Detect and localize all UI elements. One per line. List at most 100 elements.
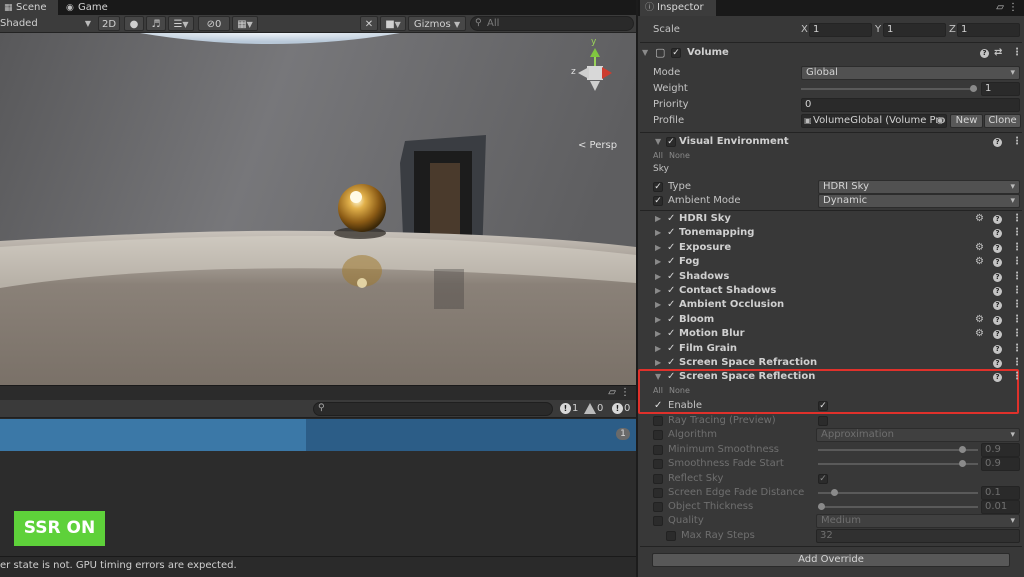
- scale-z-field[interactable]: 1: [957, 23, 1020, 37]
- select-none-link[interactable]: None: [669, 386, 690, 395]
- override-checkbox[interactable]: [653, 459, 663, 469]
- more-options-icon[interactable]: ⋮: [1012, 327, 1022, 341]
- weight-field[interactable]: 1: [981, 82, 1020, 96]
- checkmark-icon[interactable]: ✓: [667, 212, 675, 226]
- ray-tracing-checkbox[interactable]: [818, 416, 828, 426]
- help-icon[interactable]: ?: [993, 258, 1002, 267]
- more-options-icon[interactable]: ⋮: [1012, 284, 1022, 298]
- gear-icon[interactable]: ⚙: [975, 255, 984, 269]
- select-none-link[interactable]: None: [669, 151, 690, 160]
- help-icon[interactable]: ?: [993, 244, 1002, 253]
- override-checkbox[interactable]: [653, 488, 663, 498]
- console-search-input[interactable]: ⚲: [313, 402, 553, 416]
- hidden-objects-toggle[interactable]: ⊘0: [198, 16, 230, 31]
- checkmark-icon[interactable]: ✓: [667, 241, 675, 255]
- priority-field[interactable]: 0: [801, 98, 1020, 112]
- help-icon[interactable]: ?: [993, 138, 1002, 147]
- tab-scene[interactable]: ▦ Scene: [0, 0, 58, 15]
- component-header-fog[interactable]: ▶ ✓ Fog ⚙? ⋮: [638, 255, 1024, 269]
- gear-icon[interactable]: ⚙: [975, 212, 984, 226]
- info-filter-toggle[interactable]: ! 0: [612, 402, 630, 416]
- gear-icon[interactable]: ⚙: [975, 327, 984, 341]
- shading-mode-dropdown[interactable]: Shaded ▼: [0, 16, 94, 31]
- more-options-icon[interactable]: ⋮: [1012, 212, 1022, 226]
- lock-icon[interactable]: ▱: [608, 387, 616, 398]
- more-options-icon[interactable]: ⋮: [1012, 255, 1022, 269]
- more-options-icon[interactable]: ⋮: [1012, 270, 1022, 284]
- object-picker-icon[interactable]: ◉: [936, 115, 944, 127]
- component-header-ambient-occlusion[interactable]: ▶ ✓ Ambient Occlusion? ⋮: [638, 298, 1024, 312]
- ssr-component-header[interactable]: ▼ ✓ Screen Space Reflection ? ⋮: [638, 370, 1024, 384]
- component-header-contact-shadows[interactable]: ▶ ✓ Contact Shadows? ⋮: [638, 284, 1024, 298]
- reflect-sky-checkbox[interactable]: ✓: [818, 474, 828, 484]
- more-options-icon[interactable]: ⋮: [1012, 298, 1022, 312]
- help-icon[interactable]: ?: [993, 229, 1002, 238]
- audio-toggle-button[interactable]: ♬: [146, 16, 166, 31]
- visual-environment-checkbox[interactable]: ✓: [666, 137, 676, 147]
- more-options-icon[interactable]: ⋮: [1012, 342, 1022, 356]
- override-checkbox[interactable]: [653, 516, 663, 526]
- scale-y-field[interactable]: 1: [883, 23, 946, 37]
- profile-object-field[interactable]: ▣ VolumeGlobal (Volume Pro ◉: [801, 114, 947, 128]
- ssr-enable-checkbox[interactable]: ✓: [818, 401, 828, 411]
- ambient-mode-dropdown[interactable]: Dynamic: [818, 194, 1020, 208]
- checkmark-icon[interactable]: ✓: [667, 327, 675, 341]
- component-header-hdri-sky[interactable]: ▶ ✓ HDRI Sky ⚙? ⋮: [638, 212, 1024, 226]
- tab-game[interactable]: ◉ Game: [62, 0, 120, 15]
- smoothness-fade-field[interactable]: 0.9: [981, 457, 1020, 471]
- override-checkbox[interactable]: [653, 430, 663, 440]
- help-icon[interactable]: ?: [993, 316, 1002, 325]
- checkmark-icon[interactable]: ✓: [667, 313, 675, 327]
- new-profile-button[interactable]: New: [950, 114, 983, 128]
- more-options-icon[interactable]: ⋮: [1012, 241, 1022, 255]
- more-options-icon[interactable]: ⋮: [1012, 370, 1022, 384]
- volume-component-header[interactable]: ▼ ▢ ✓ Volume ? ⇄ ⋮: [638, 46, 1024, 60]
- lock-icon[interactable]: ▱: [996, 2, 1004, 13]
- quality-dropdown[interactable]: Medium: [816, 514, 1020, 528]
- tools-button[interactable]: ✕: [360, 16, 378, 31]
- lighting-toggle-button[interactable]: ●: [124, 16, 144, 31]
- console-log-entry[interactable]: 1: [0, 419, 636, 451]
- component-header-tonemapping[interactable]: ▶ ✓ Tonemapping? ⋮: [638, 226, 1024, 240]
- 2d-toggle-button[interactable]: 2D: [98, 16, 120, 31]
- error-filter-toggle[interactable]: ! 1: [560, 402, 578, 416]
- help-icon[interactable]: ?: [993, 301, 1002, 310]
- edge-fade-slider[interactable]: [818, 486, 978, 500]
- override-checkbox[interactable]: ✓: [653, 182, 663, 192]
- component-header-motion-blur[interactable]: ▶ ✓ Motion Blur ⚙? ⋮: [638, 327, 1024, 341]
- checkmark-icon[interactable]: ✓: [667, 342, 675, 356]
- projection-toggle[interactable]: < Persp: [578, 140, 617, 151]
- help-icon[interactable]: ?: [993, 345, 1002, 354]
- sky-type-dropdown[interactable]: HDRI Sky: [818, 180, 1020, 194]
- help-icon[interactable]: ?: [993, 373, 1002, 382]
- checkmark-icon[interactable]: ✓: [667, 226, 675, 240]
- grid-dropdown[interactable]: ▦▼: [232, 16, 258, 31]
- scene-search-input[interactable]: ⚲ All: [470, 16, 634, 31]
- component-header-bloom[interactable]: ▶ ✓ Bloom ⚙? ⋮: [638, 313, 1024, 327]
- more-options-icon[interactable]: ⋮: [1012, 313, 1022, 327]
- select-all-link[interactable]: All: [653, 151, 663, 160]
- more-options-icon[interactable]: ⋮: [620, 387, 630, 398]
- help-icon[interactable]: ?: [980, 49, 989, 58]
- object-thickness-field[interactable]: 0.01: [981, 500, 1020, 514]
- override-checkbox[interactable]: [653, 416, 663, 426]
- algorithm-dropdown[interactable]: Approximation: [816, 428, 1020, 442]
- volume-enabled-checkbox[interactable]: ✓: [671, 48, 681, 58]
- edge-fade-field[interactable]: 0.1: [981, 486, 1020, 500]
- warning-filter-toggle[interactable]: 0: [584, 402, 603, 416]
- gizmos-dropdown[interactable]: Gizmos ▼: [408, 16, 466, 31]
- override-checkbox[interactable]: ✓: [654, 398, 662, 414]
- preset-icon[interactable]: ⇄: [994, 46, 1002, 60]
- weight-slider[interactable]: [801, 82, 977, 96]
- checkmark-icon[interactable]: ✓: [667, 356, 675, 370]
- override-checkbox[interactable]: [653, 445, 663, 455]
- object-thickness-slider[interactable]: [818, 500, 978, 514]
- help-icon[interactable]: ?: [993, 287, 1002, 296]
- help-icon[interactable]: ?: [993, 273, 1002, 282]
- help-icon[interactable]: ?: [993, 359, 1002, 368]
- component-header-film-grain[interactable]: ▶ ✓ Film Grain? ⋮: [638, 342, 1024, 356]
- select-all-link[interactable]: All: [653, 386, 663, 395]
- visual-environment-header[interactable]: ▼ ✓ Visual Environment ? ⋮: [638, 135, 1024, 149]
- more-options-icon[interactable]: ⋮: [1008, 2, 1018, 13]
- component-header-shadows[interactable]: ▶ ✓ Shadows? ⋮: [638, 270, 1024, 284]
